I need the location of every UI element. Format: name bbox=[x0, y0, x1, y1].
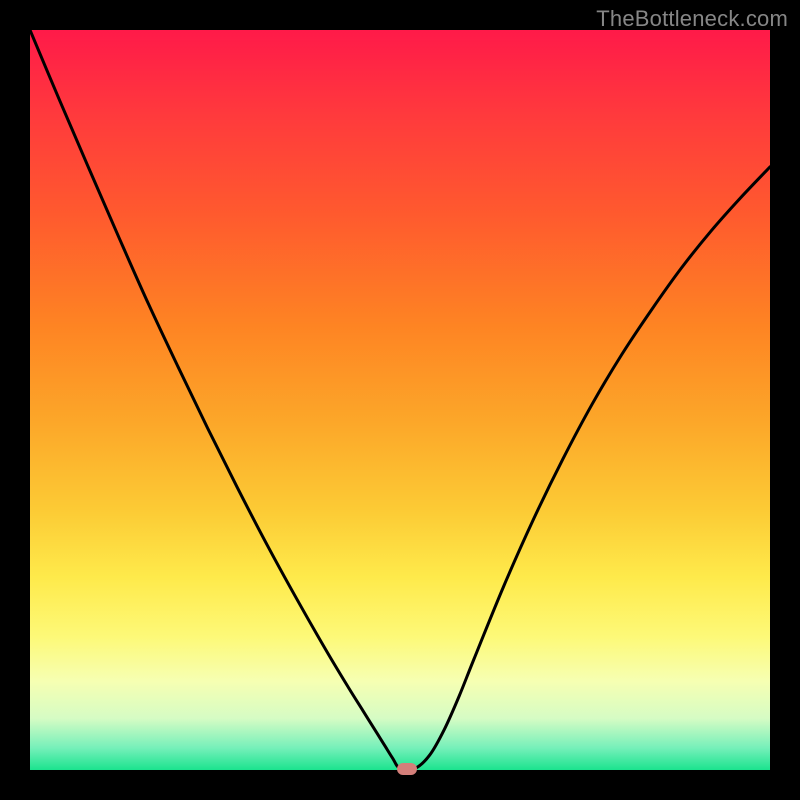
curve-svg bbox=[30, 30, 770, 770]
plot-area bbox=[30, 30, 770, 770]
watermark-text: TheBottleneck.com bbox=[596, 6, 788, 32]
optimum-marker bbox=[397, 763, 417, 775]
chart-frame: TheBottleneck.com bbox=[0, 0, 800, 800]
bottleneck-curve bbox=[30, 30, 770, 770]
